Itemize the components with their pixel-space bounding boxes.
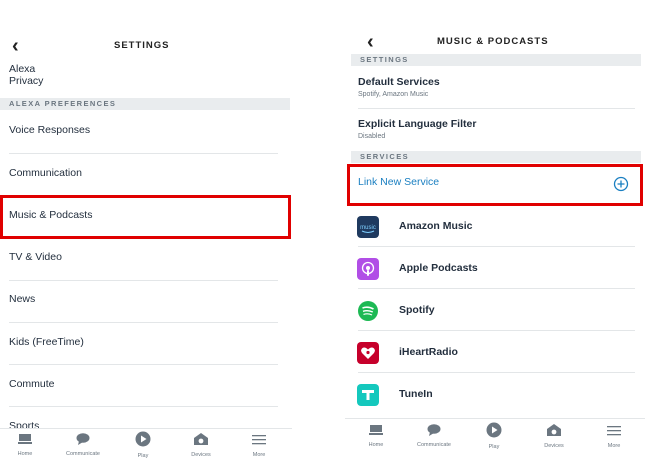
service-name: Spotify [399,304,435,316]
tab-label: Communicate [66,451,100,457]
service-name: TuneIn [399,388,433,400]
default-services-row[interactable]: Default Services Spotify, Amazon Music [345,76,635,102]
divider [358,330,635,331]
bottom-tab-bar: Home Communicate Play Devices More [345,418,645,459]
spotify-icon [357,300,379,322]
tab-label: Devices [544,443,564,449]
settings-screen: ‹ SETTINGS Alexa Privacy ALEXA PREFERENC… [0,0,292,459]
divider [9,364,278,365]
apple-podcasts-icon [357,258,379,280]
divider [9,406,278,407]
service-apple-podcasts[interactable]: Apple Podcasts [345,256,635,282]
tab-devices[interactable]: Devices [176,429,226,458]
page-title: MUSIC & PODCASTS [437,36,549,47]
row-label: Explicit Language Filter [358,118,477,130]
tab-label: Home [17,451,33,457]
highlight-box [0,195,291,239]
service-spotify[interactable]: Spotify [345,298,635,324]
bottom-tab-bar: Home Communicate Play Devices More [0,428,292,459]
play-icon [135,431,151,447]
list-item-communication[interactable]: Communication [0,167,278,187]
list-item-voice-responses[interactable]: Voice Responses [0,124,278,144]
list-item-label: TV & Video [9,251,62,263]
tab-communicate[interactable]: Communicate [409,419,459,448]
devices-icon [547,424,561,436]
service-amazon-music[interactable]: music Amazon Music [345,214,635,240]
tab-play[interactable]: Play [469,419,519,450]
tab-home[interactable]: Home [351,419,401,448]
chevron-left-icon[interactable]: ‹ [367,32,374,52]
row-sublabel: Spotify, Amazon Music [358,91,429,98]
divider [9,153,278,154]
tab-more[interactable]: More [234,429,284,458]
list-item-news[interactable]: News [0,293,278,313]
chat-bubble-icon [76,433,90,445]
service-tunein[interactable]: TuneIn [345,382,635,408]
service-iheartradio[interactable]: iHeartRadio [345,340,635,366]
section-header-services: SERVICES [351,151,641,163]
tunein-icon [357,384,379,406]
tab-label: Devices [191,452,211,458]
tab-label: More [607,443,621,449]
list-item-alexa-privacy[interactable]: Alexa Privacy [0,62,43,87]
list-item-label: Alexa Privacy [9,63,44,87]
devices-icon [194,433,208,445]
settings-header: ‹ SETTINGS [0,34,292,60]
service-name: iHeartRadio [399,346,458,358]
list-item-tv-video[interactable]: TV & Video [0,251,278,271]
menu-icon [607,426,621,436]
explicit-language-filter-row[interactable]: Explicit Language Filter Disabled [345,118,635,144]
section-header-alexa-preferences: ALEXA PREFERENCES [0,98,290,110]
chat-bubble-icon [427,424,441,436]
play-icon [486,422,502,438]
tab-label: Play [137,453,149,459]
row-sublabel: Disabled [358,133,386,140]
menu-icon [252,435,266,445]
home-icon [18,434,32,444]
list-item-label: Communication [9,167,82,179]
list-item-label: Voice Responses [9,124,91,136]
row-label: Default Services [358,76,440,88]
iheartradio-icon [357,342,379,364]
amazon-music-icon: music [357,216,379,238]
divider [358,108,635,109]
list-item-label: Commute [9,378,55,390]
svg-text:music: music [360,225,376,231]
service-name: Apple Podcasts [399,262,478,274]
section-header-settings: SETTINGS [351,54,641,66]
divider [358,372,635,373]
tab-play[interactable]: Play [118,429,168,459]
divider [358,288,635,289]
music-podcasts-screen: ‹ MUSIC & PODCASTS SETTINGS Default Serv… [345,0,645,459]
chevron-left-icon[interactable]: ‹ [12,36,19,56]
tab-label: Play [488,444,500,450]
list-item-label: Kids (FreeTime) [9,336,84,348]
tab-label: Home [368,442,384,448]
page-title: SETTINGS [114,40,170,51]
home-icon [369,425,383,435]
service-name: Amazon Music [399,220,473,232]
tab-label: Communicate [417,442,451,448]
tab-label: More [252,452,266,458]
divider [358,246,635,247]
tab-devices[interactable]: Devices [529,419,579,449]
list-item-commute[interactable]: Commute [0,378,278,398]
divider [9,322,278,323]
tab-home[interactable]: Home [0,429,50,457]
list-item-kids-freetime[interactable]: Kids (FreeTime) [0,336,278,356]
tab-communicate[interactable]: Communicate [58,429,108,457]
music-podcasts-header: ‹ MUSIC & PODCASTS [345,30,645,56]
divider [9,280,278,281]
highlight-box [347,164,643,206]
tab-more[interactable]: More [589,419,639,449]
list-item-label: News [9,293,36,305]
